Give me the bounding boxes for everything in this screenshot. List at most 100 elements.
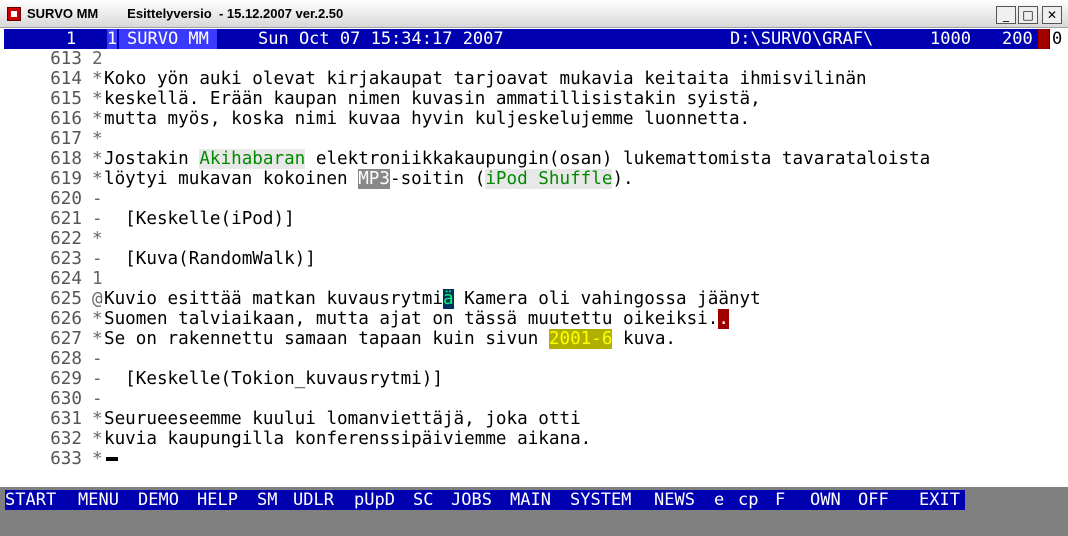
- line-text[interactable]: kuvia kaupungilla konferenssipäiviemme a…: [104, 429, 591, 449]
- text-segment: mutta myös, koska nimi kuvaa hyvin kulje…: [104, 109, 751, 129]
- edit-line[interactable]: 630-: [4, 389, 104, 409]
- edit-line[interactable]: 633 *: [4, 449, 118, 469]
- control-char[interactable]: *: [92, 69, 104, 89]
- menu-key-exit[interactable]: EXIT: [919, 490, 960, 510]
- control-char[interactable]: -: [92, 349, 104, 369]
- line-text[interactable]: Se on rakennettu samaan tapaan kuin sivu…: [104, 329, 676, 349]
- edit-line[interactable]: 621- [Keskelle(iPod)]: [4, 209, 295, 229]
- control-char[interactable]: *: [92, 129, 104, 149]
- line-text[interactable]: löytyi mukavan kokoinen MP3-soitin (iPod…: [104, 169, 634, 189]
- menu-key-f[interactable]: F: [775, 490, 785, 510]
- control-char[interactable]: -: [92, 189, 104, 209]
- control-char[interactable]: *: [92, 449, 104, 469]
- text-segment: Seurueeseemme kuului lomanviettäjä, joka…: [104, 409, 581, 429]
- edit-line[interactable]: 622 *: [4, 229, 104, 249]
- control-char[interactable]: *: [92, 109, 104, 129]
- line-text[interactable]: Koko yön auki olevat kirjakaupat tarjoav…: [104, 69, 867, 89]
- control-char[interactable]: -: [92, 249, 104, 269]
- text-segment: elektroniikkakaupungin(osan) lukemattomi…: [305, 149, 931, 169]
- control-char[interactable]: -: [92, 389, 104, 409]
- line-text[interactable]: Kuvio esittää matkan kuvausrytmiä Kamera…: [104, 289, 761, 309]
- edit-line[interactable]: 632 *kuvia kaupungilla konferenssipäiviem…: [4, 429, 591, 449]
- menu-key-cp[interactable]: cp: [738, 490, 758, 510]
- line-text[interactable]: Seurueeseemme kuului lomanviettäjä, joka…: [104, 409, 581, 429]
- line-text[interactable]: [Keskelle(iPod)]: [104, 209, 295, 229]
- highlighted-text: .: [718, 309, 729, 329]
- menu-key-help[interactable]: HELP: [197, 490, 238, 510]
- line-text[interactable]: Suomen talviaikaan, mutta ajat on tässä …: [104, 309, 729, 329]
- edit-line[interactable]: 626 *Suomen talviaikaan, mutta ajat on tä…: [4, 309, 729, 329]
- line-number: 631: [50, 409, 82, 429]
- menu-key-sc[interactable]: SC: [413, 490, 433, 510]
- edit-line[interactable]: 615 *keskellä. Erään kaupan nimen kuvasin…: [4, 89, 761, 109]
- edit-line[interactable]: 627 *Se on rakennettu samaan tapaan kuin …: [4, 329, 676, 349]
- maximize-button[interactable]: □: [1018, 6, 1038, 24]
- menu-key-news[interactable]: NEWS: [654, 490, 695, 510]
- line-text[interactable]: [Kuva(RandomWalk)]: [104, 249, 316, 269]
- menu-key-udlr[interactable]: UDLR: [293, 490, 334, 510]
- close-button[interactable]: ✕: [1042, 6, 1062, 24]
- app-icon[interactable]: [7, 7, 21, 21]
- line-number: 613: [50, 49, 82, 69]
- edit-line[interactable]: 628-: [4, 349, 104, 369]
- control-char[interactable]: -: [92, 209, 104, 229]
- menu-key-jobs[interactable]: JOBS: [451, 490, 492, 510]
- edit-line[interactable]: 617 *: [4, 129, 104, 149]
- window-titlebar[interactable]: SURVO MM Esittelyversio - 15.12.2007 ver…: [0, 0, 1068, 28]
- window-marker: 1: [107, 29, 118, 49]
- menu-key-system[interactable]: SYSTEM: [570, 490, 631, 510]
- line-number: 629: [50, 369, 82, 389]
- line-text[interactable]: [Keskelle(Tokion_kuvausrytmi)]: [104, 369, 443, 389]
- edit-line[interactable]: 625 @Kuvio esittää matkan kuvausrytmiä Ka…: [4, 289, 761, 309]
- edit-line[interactable]: 629- [Keskelle(Tokion_kuvausrytmi)]: [4, 369, 443, 389]
- edit-line[interactable]: 620-: [4, 189, 104, 209]
- text-segment: Koko yön auki olevat kirjakaupat tarjoav…: [104, 69, 867, 89]
- text-segment: kuvia kaupungilla konferenssipäiviemme a…: [104, 429, 592, 449]
- line-text[interactable]: [104, 449, 118, 469]
- edit-line[interactable]: 631 *Seurueeseemme kuului lomanviettäjä, …: [4, 409, 581, 429]
- control-char[interactable]: *: [92, 149, 104, 169]
- line-text[interactable]: mutta myös, koska nimi kuvaa hyvin kulje…: [104, 109, 750, 129]
- menu-key-own[interactable]: OWN: [810, 490, 841, 510]
- edit-line[interactable]: 618 *Jostakin Akihabaran elektroniikkakau…: [4, 149, 930, 169]
- text-segment: [Kuva(RandomWalk)]: [104, 249, 316, 269]
- control-char[interactable]: *: [92, 409, 104, 429]
- control-char[interactable]: *: [92, 309, 104, 329]
- control-char[interactable]: @: [92, 289, 104, 309]
- edit-line[interactable]: 613 2: [4, 49, 104, 69]
- menu-key-pupd[interactable]: pUpD: [354, 490, 395, 510]
- menu-key-menu[interactable]: MENU: [78, 490, 119, 510]
- control-char[interactable]: 2: [92, 49, 104, 69]
- title-detail: Esittelyversio - 15.12.2007 ver.2.50: [127, 6, 344, 21]
- control-char[interactable]: -: [92, 369, 104, 389]
- line-number: 633: [50, 449, 82, 469]
- edit-columns: 200: [1002, 29, 1033, 49]
- menu-key-sm[interactable]: SM: [257, 490, 277, 510]
- edit-line[interactable]: 624 1: [4, 269, 104, 289]
- menu-key-off[interactable]: OFF: [858, 490, 889, 510]
- control-char[interactable]: *: [92, 169, 104, 189]
- menu-key-main[interactable]: MAIN: [510, 490, 551, 510]
- menu-key-e[interactable]: e: [714, 490, 724, 510]
- text-segment: Jostakin: [104, 149, 200, 169]
- line-number: 621: [50, 209, 82, 229]
- menu-key-demo[interactable]: DEMO: [138, 490, 179, 510]
- control-char[interactable]: *: [92, 329, 104, 349]
- edit-line[interactable]: 619 *löytyi mukavan kokoinen MP3-soitin (…: [4, 169, 634, 189]
- minimize-button[interactable]: _: [996, 6, 1016, 24]
- edit-field[interactable]: 613 2 614 *Koko yön auki olevat kirjakaupat…: [4, 49, 1064, 487]
- line-number: 630: [50, 389, 82, 409]
- line-text[interactable]: keskellä. Erään kaupan nimen kuvasin amm…: [104, 89, 761, 109]
- edit-line[interactable]: 614 *Koko yön auki olevat kirjakaupat tar…: [4, 69, 867, 89]
- edit-line[interactable]: 623- [Kuva(RandomWalk)]: [4, 249, 316, 269]
- control-char[interactable]: 1: [92, 269, 104, 289]
- line-number: 627: [50, 329, 82, 349]
- control-char[interactable]: *: [92, 229, 104, 249]
- control-char[interactable]: *: [92, 429, 104, 449]
- line-text[interactable]: Jostakin Akihabaran elektroniikkakaupung…: [104, 149, 930, 169]
- highlighted-text: iPod Shuffle: [485, 169, 613, 189]
- line-number: 617: [50, 129, 82, 149]
- menu-key-start[interactable]: START: [5, 490, 56, 510]
- edit-line[interactable]: 616 *mutta myös, koska nimi kuvaa hyvin k…: [4, 109, 750, 129]
- control-char[interactable]: *: [92, 89, 104, 109]
